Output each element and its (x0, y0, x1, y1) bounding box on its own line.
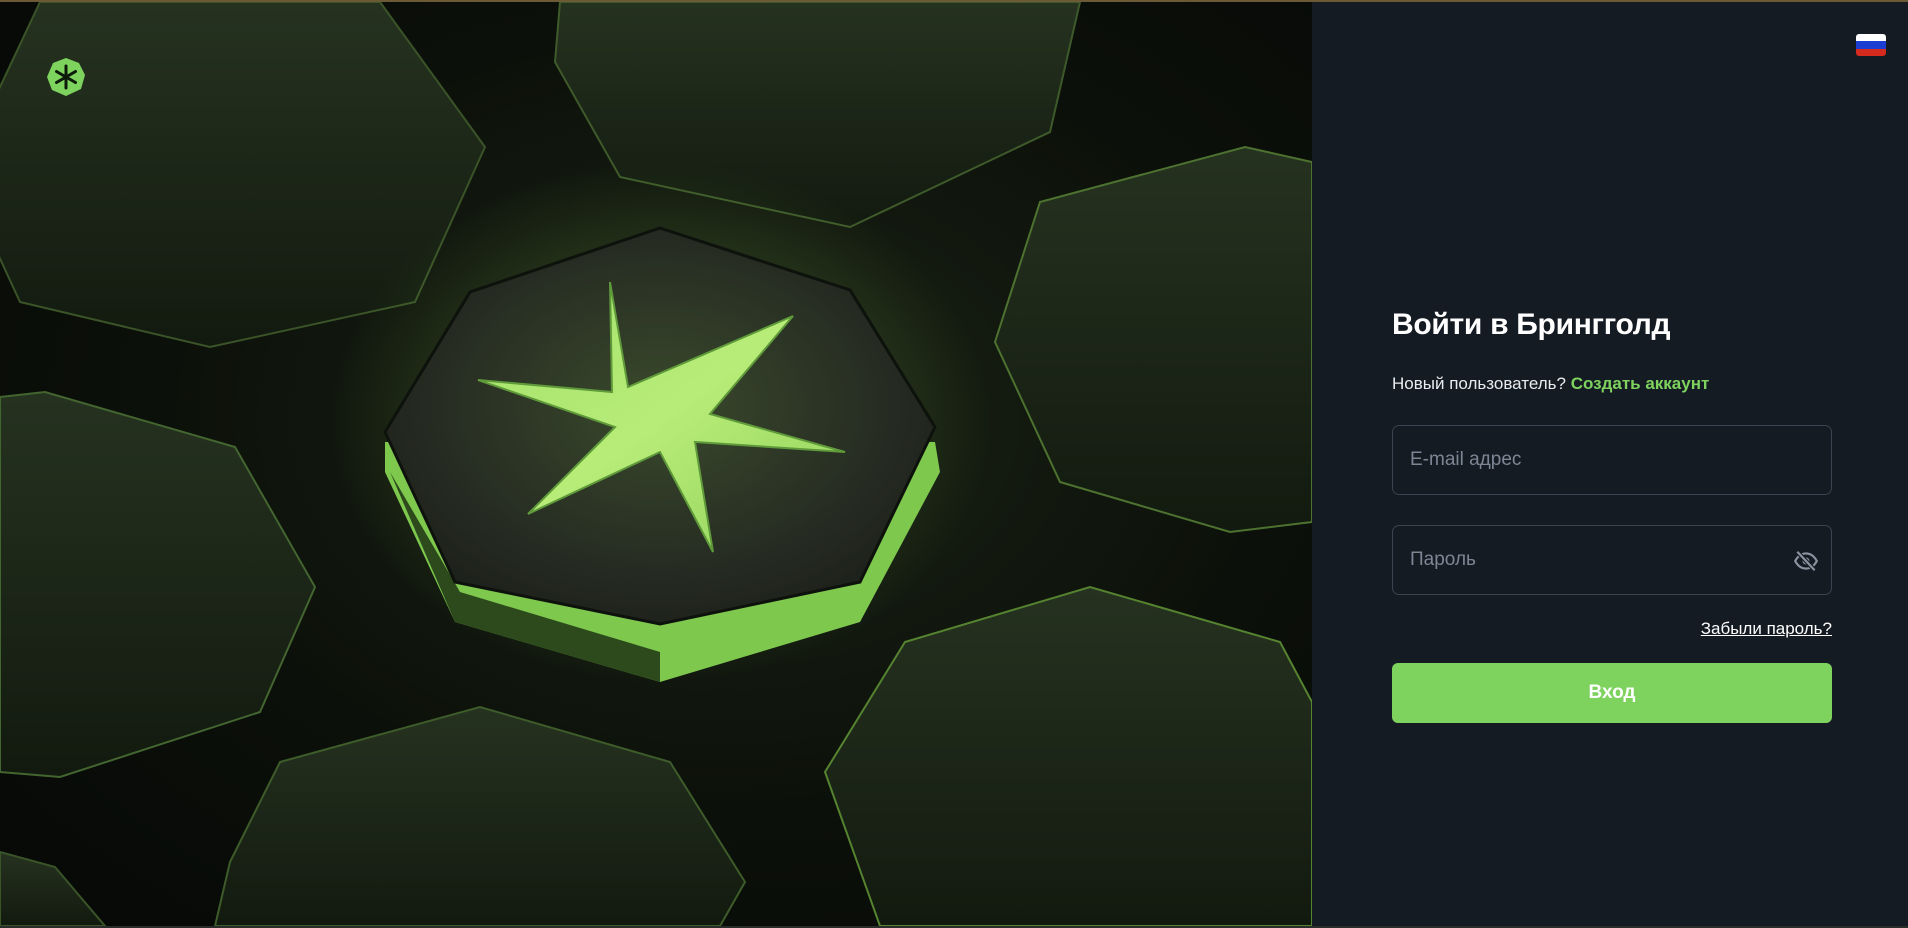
hex-tile (0, 850, 107, 926)
new-user-text: Новый пользователь? (1392, 374, 1566, 393)
hero-background-art (0, 2, 1312, 926)
password-field-wrapper (1392, 525, 1832, 595)
email-field-wrapper (1392, 425, 1832, 495)
hex-tile (213, 705, 747, 926)
hero-illustration (0, 2, 1312, 926)
page-title: Войти в Брингголд (1392, 308, 1671, 341)
password-input[interactable] (1393, 526, 1831, 594)
hex-tile (0, 390, 317, 779)
hex-tile (823, 585, 1312, 926)
login-button[interactable]: Вход (1392, 663, 1832, 723)
logo-icon[interactable] (46, 57, 86, 97)
forgot-password-row: Забыли пароль? (1392, 619, 1832, 639)
russia-flag-icon[interactable] (1856, 34, 1886, 56)
email-input[interactable] (1393, 426, 1831, 494)
eye-off-icon[interactable] (1793, 548, 1819, 574)
create-account-link[interactable]: Создать аккаунт (1571, 374, 1710, 393)
hex-tile (993, 145, 1312, 534)
login-panel: Войти в Брингголд Новый пользователь? Со… (1312, 2, 1908, 926)
forgot-password-link[interactable]: Забыли пароль? (1701, 619, 1832, 638)
signup-prompt: Новый пользователь? Создать аккаунт (1392, 373, 1832, 395)
login-page: Войти в Брингголд Новый пользователь? Со… (0, 0, 1908, 928)
login-form: Войти в Брингголд Новый пользователь? Со… (1392, 307, 1832, 723)
